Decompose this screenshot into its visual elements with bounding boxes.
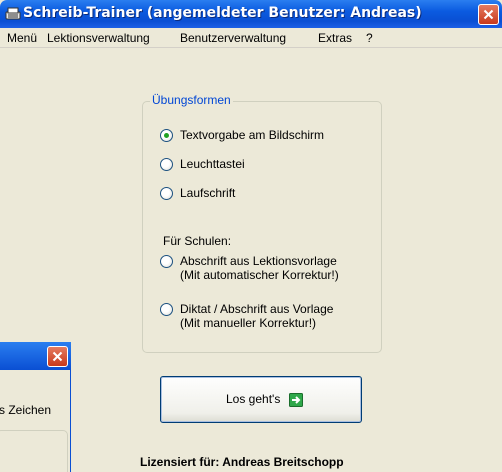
title-bar[interactable]: Schreib-Trainer (angemeldeter Benutzer: … <box>0 0 502 28</box>
radio-textvorgabe[interactable] <box>160 129 173 142</box>
radio-selected-dot <box>164 133 169 138</box>
menu-item-extras[interactable]: Extras <box>318 31 352 45</box>
radio-label-diktat-line2: (Mit manueller Korrektur!) <box>180 316 317 330</box>
radio-laufschrift[interactable] <box>160 187 173 200</box>
radio-abschrift-lektionsvorlage[interactable] <box>160 255 173 268</box>
start-button-label: Los geht's <box>226 392 281 406</box>
window-title: Schreib-Trainer (angemeldeter Benutzer: … <box>23 5 422 21</box>
radio-label-diktat-line1[interactable]: Diktat / Abschrift aus Vorlage <box>180 302 333 316</box>
menu-bar: Menü Lektionsverwaltung Benutzerverwaltu… <box>0 28 502 48</box>
typewriter-icon <box>5 6 21 21</box>
background-window: s Zeichen <box>0 342 71 472</box>
radio-label-textvorgabe[interactable]: Textvorgabe am Bildschirm <box>180 128 324 142</box>
radio-diktat-abschrift[interactable] <box>160 303 173 316</box>
radio-leuchttastei[interactable] <box>160 158 173 171</box>
license-text: Lizensiert für: Andreas Breitschopp <box>140 455 344 469</box>
radio-label-laufschrift[interactable]: Laufschrift <box>180 186 235 200</box>
background-window-close-button[interactable] <box>47 346 68 367</box>
start-button[interactable]: Los geht's <box>160 376 362 423</box>
menu-item-benutzerverwaltung[interactable]: Benutzerverwaltung <box>180 31 286 45</box>
schools-label: Für Schulen: <box>163 234 232 248</box>
background-window-group-box <box>0 430 68 472</box>
menu-item-help[interactable]: ? <box>366 31 373 45</box>
menu-item-menu[interactable]: Menü <box>7 31 37 45</box>
close-icon <box>52 351 63 362</box>
close-button[interactable] <box>478 4 499 25</box>
close-icon <box>483 9 494 20</box>
radio-label-abschrift-line1[interactable]: Abschrift aus Lektionsvorlage <box>180 254 337 268</box>
radio-label-abschrift-line2: (Mit automatischer Korrektur!) <box>180 268 339 282</box>
green-arrow-right-icon <box>289 393 303 410</box>
exercise-group-legend: Übungsformen <box>150 93 233 107</box>
background-window-text: s Zeichen <box>0 403 52 417</box>
background-window-body: s Zeichen <box>0 370 71 472</box>
menu-item-lektionsverwaltung[interactable]: Lektionsverwaltung <box>47 31 150 45</box>
radio-label-leuchttastei[interactable]: Leuchttastei <box>180 157 245 171</box>
